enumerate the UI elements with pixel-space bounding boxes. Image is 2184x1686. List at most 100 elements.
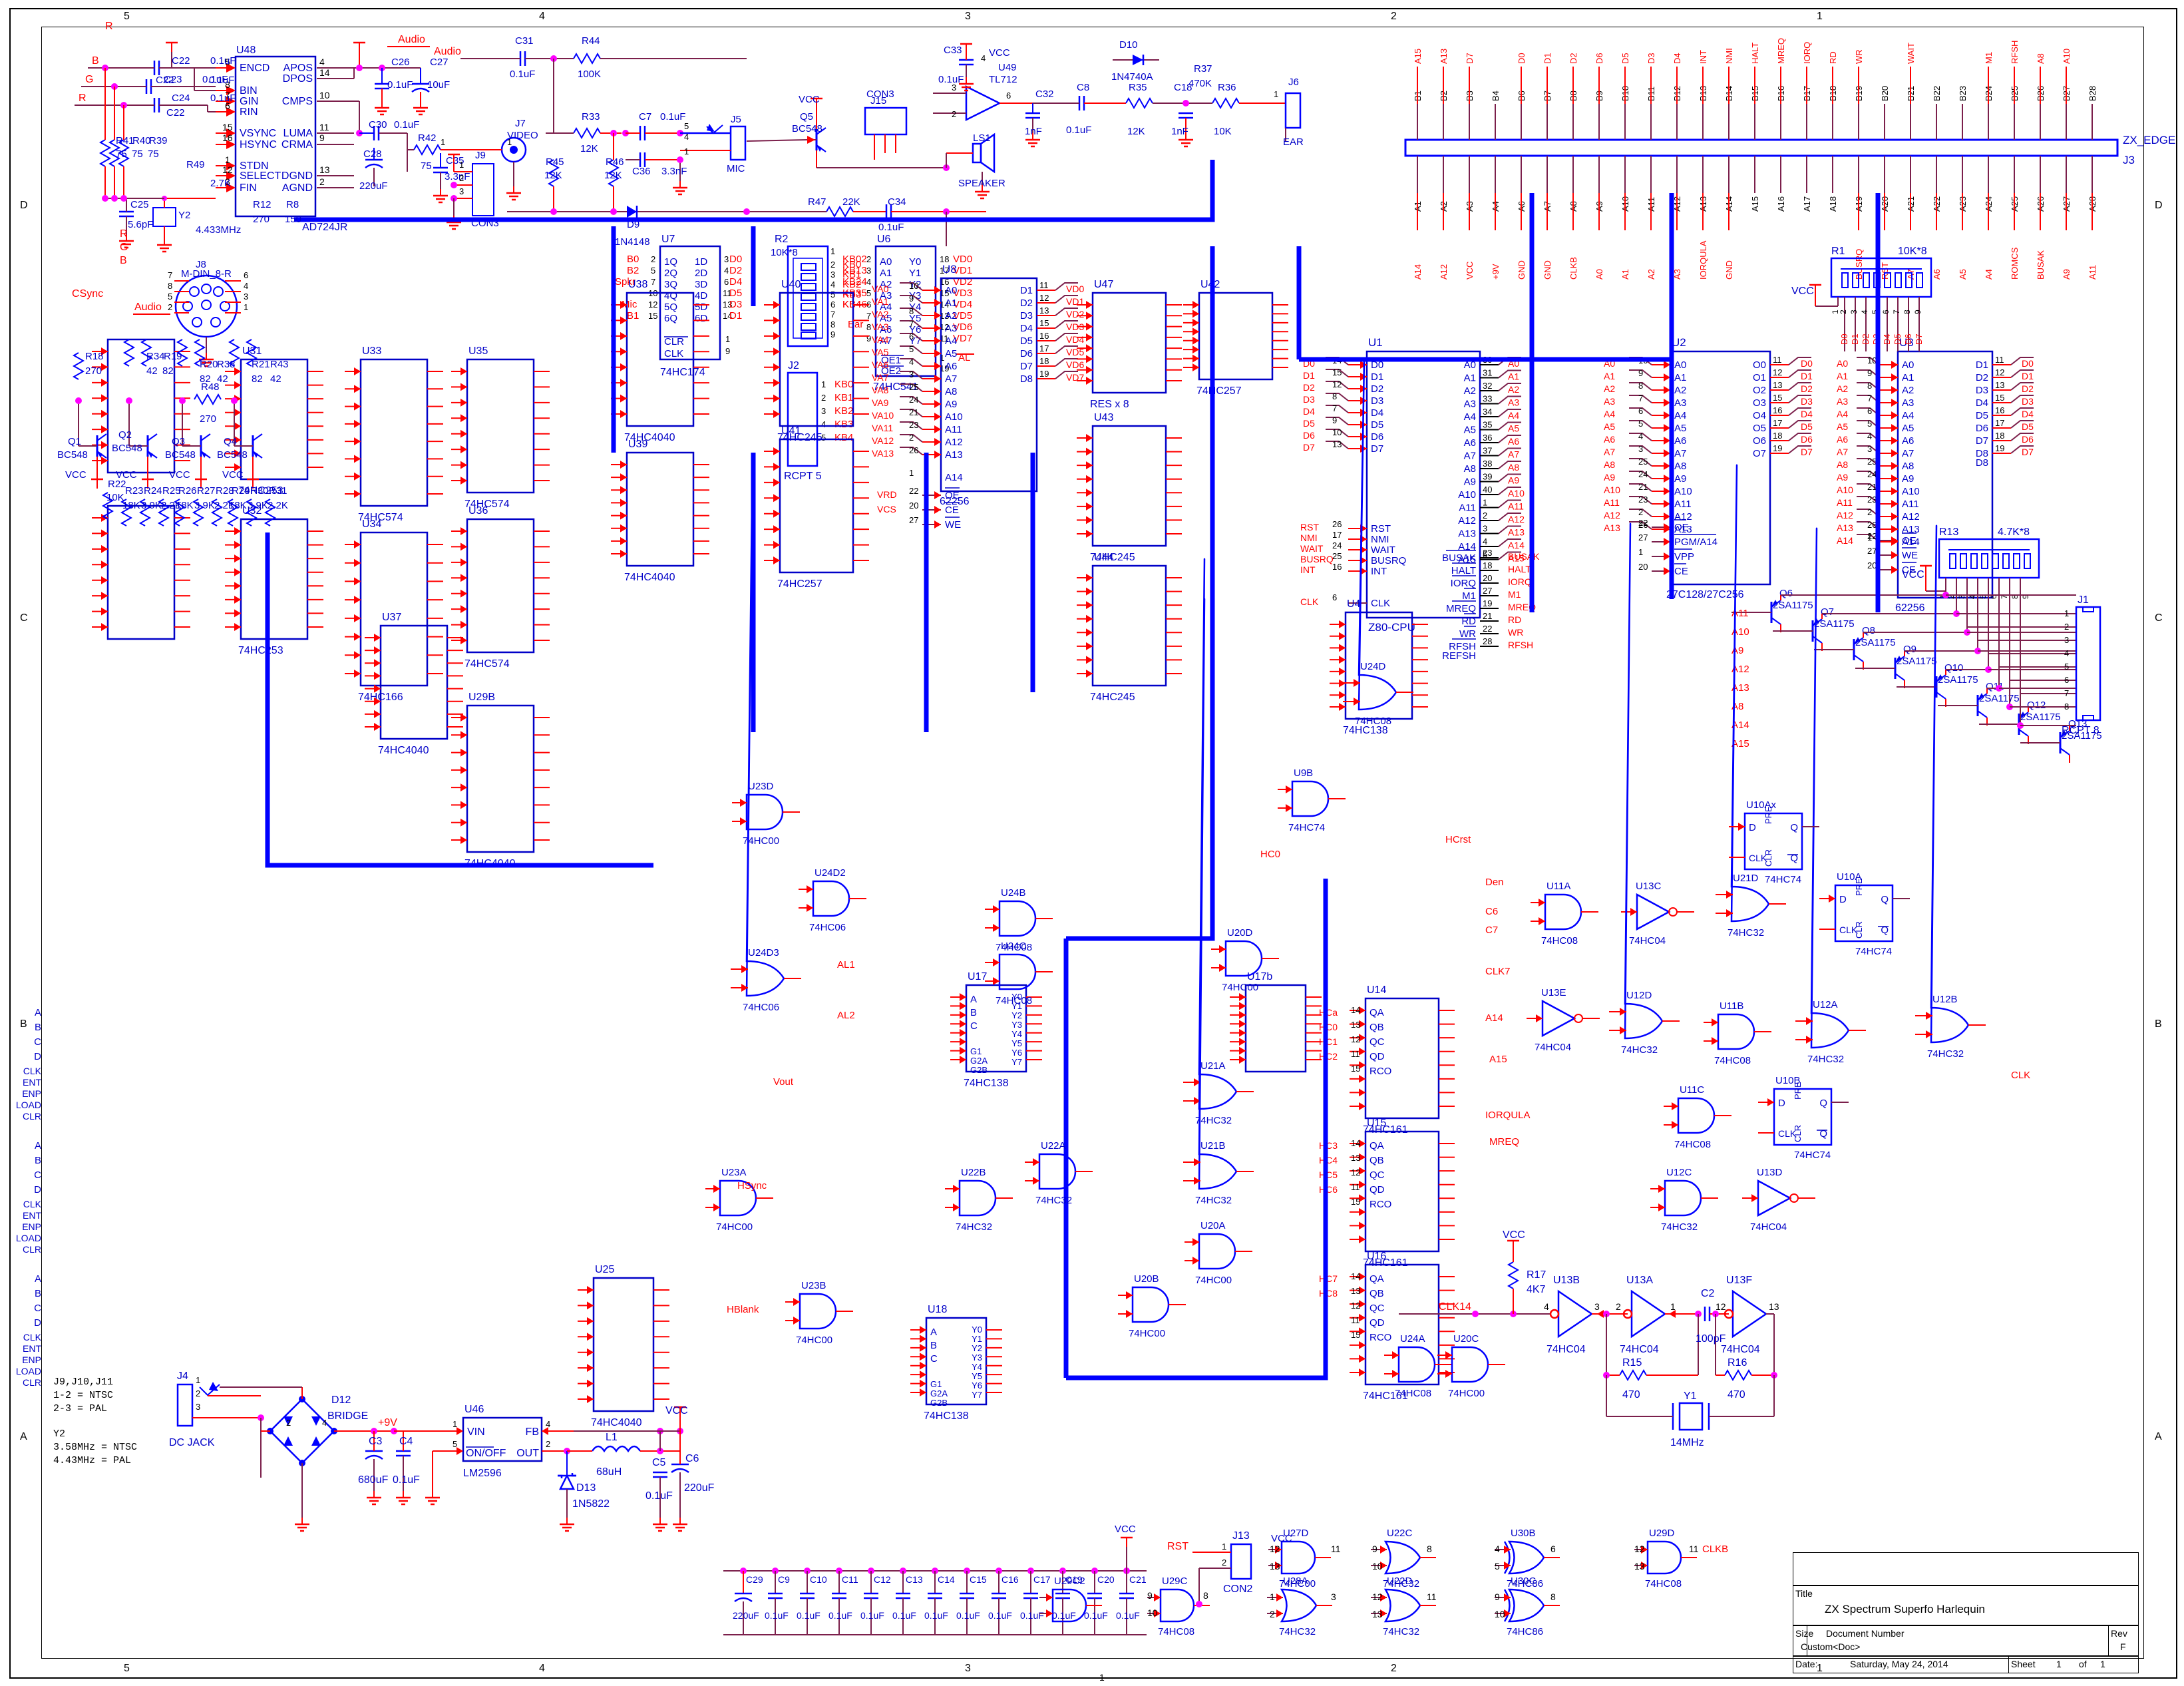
svg-text:VA10: VA10 xyxy=(872,410,894,421)
svg-text:7: 7 xyxy=(1638,393,1643,403)
svg-text:18K: 18K xyxy=(176,500,194,511)
svg-text:0.1uF: 0.1uF xyxy=(393,1474,420,1486)
svg-text:16: 16 xyxy=(1039,331,1049,341)
svg-text:D5: D5 xyxy=(1020,335,1033,347)
svg-text:A1: A1 xyxy=(1464,373,1476,384)
svg-text:+9V: +9V xyxy=(378,1417,397,1428)
svg-text:VD2: VD2 xyxy=(1066,309,1084,319)
svg-text:D12: D12 xyxy=(331,1394,351,1406)
sheet-label: Sheet xyxy=(2011,1659,2036,1669)
svg-text:U17: U17 xyxy=(968,971,987,982)
svg-text:C22: C22 xyxy=(172,55,190,67)
svg-text:D5: D5 xyxy=(1303,418,1315,429)
svg-text:8: 8 xyxy=(1550,1591,1556,1602)
svg-text:A7: A7 xyxy=(1906,269,1916,280)
svg-text:74HC257: 74HC257 xyxy=(777,578,822,590)
svg-text:12K: 12K xyxy=(544,170,562,181)
svg-text:74HC00: 74HC00 xyxy=(1448,1388,1485,1399)
rom-pin-labels: A010A0A19A1A28A2A37A3A46A4A55A5A64A6A73A… xyxy=(1604,355,1813,577)
svg-text:D1: D1 xyxy=(1976,359,1988,371)
svg-text:74HC32: 74HC32 xyxy=(1661,1221,1698,1233)
svg-text:CLR: CLR xyxy=(664,336,684,347)
svg-text:1: 1 xyxy=(225,154,230,165)
sram-pin-labels: A010A0A19A1A28A2A37A3A46A4A55A5A64A6A73A… xyxy=(1837,355,2034,576)
svg-text:CMPS: CMPS xyxy=(282,96,313,107)
svg-text:B28: B28 xyxy=(2088,86,2097,101)
svg-text:U13D: U13D xyxy=(1757,1167,1783,1178)
svg-text:A8: A8 xyxy=(1464,463,1476,475)
svg-text:AGND: AGND xyxy=(282,182,313,194)
svg-text:BC548: BC548 xyxy=(792,123,822,134)
svg-text:A1: A1 xyxy=(1620,269,1630,280)
schematic-sheet: D C B A D C B A 5 4 3 2 1 5 4 3 2 1 U48 … xyxy=(0,0,2184,1686)
svg-text:RCPT 5: RCPT 5 xyxy=(784,471,822,482)
svg-text:KB0: KB0 xyxy=(834,379,853,390)
svg-text:11: 11 xyxy=(1773,355,1782,365)
svg-text:A14: A14 xyxy=(1485,1012,1503,1024)
svg-text:G2A: G2A xyxy=(970,1056,988,1066)
svg-text:A6: A6 xyxy=(1674,435,1686,447)
svg-text:CLR: CLR xyxy=(23,1377,41,1388)
svg-text:VCC: VCC xyxy=(1791,286,1814,297)
svg-text:4: 4 xyxy=(2064,648,2069,658)
svg-text:R34: R34 xyxy=(146,351,165,362)
note-crystal-l1: Y2 xyxy=(53,1428,65,1440)
svg-text:C5: C5 xyxy=(652,1457,666,1468)
rpack-r13 xyxy=(1918,539,2039,591)
svg-text:U21B: U21B xyxy=(1200,1140,1226,1152)
svg-text:A6: A6 xyxy=(1464,437,1476,449)
svg-text:VCC: VCC xyxy=(1115,1524,1136,1535)
svg-text:2Q: 2Q xyxy=(664,268,677,279)
svg-text:7: 7 xyxy=(1892,310,1901,314)
svg-text:7: 7 xyxy=(168,270,172,280)
svg-text:2: 2 xyxy=(1839,310,1848,314)
svg-text:2SA1175: 2SA1175 xyxy=(1979,693,2020,704)
svg-text:C7: C7 xyxy=(1485,925,1498,936)
svg-text:74HC04: 74HC04 xyxy=(1620,1344,1659,1355)
svg-text:9: 9 xyxy=(1332,415,1337,425)
svg-text:D0: D0 xyxy=(1801,358,1813,369)
svg-text:27: 27 xyxy=(1867,546,1877,556)
cpu-ref: U1 xyxy=(1368,336,1383,349)
svg-text:11: 11 xyxy=(319,122,329,132)
svg-text:12: 12 xyxy=(1039,293,1049,303)
svg-text:74HC06: 74HC06 xyxy=(743,1002,779,1013)
svg-text:Audio: Audio xyxy=(398,34,425,45)
svg-text:U7: U7 xyxy=(661,234,675,245)
svg-text:17: 17 xyxy=(1995,418,2004,428)
svg-text:9: 9 xyxy=(1372,1544,1377,1554)
svg-text:D5: D5 xyxy=(729,288,742,299)
svg-text:A3: A3 xyxy=(1464,399,1476,410)
svg-text:VA12: VA12 xyxy=(872,435,894,446)
svg-text:VA11: VA11 xyxy=(872,423,893,433)
svg-text:IORQ: IORQ xyxy=(1508,576,1532,587)
svg-text:R: R xyxy=(120,228,128,240)
svg-text:3D: 3D xyxy=(695,279,707,290)
svg-text:13: 13 xyxy=(1769,1301,1779,1312)
svg-text:DGND: DGND xyxy=(281,170,313,182)
svg-text:BUSAK: BUSAK xyxy=(1508,551,1540,562)
svg-text:D1: D1 xyxy=(1020,285,1033,296)
svg-text:M1: M1 xyxy=(1984,52,1994,64)
svg-text:C26: C26 xyxy=(391,57,410,68)
svg-text:L1: L1 xyxy=(606,1432,618,1443)
svg-text:BIN: BIN xyxy=(240,85,258,97)
svg-text:A0: A0 xyxy=(1837,358,1848,369)
svg-text:U33: U33 xyxy=(362,345,381,357)
svg-text:VCC: VCC xyxy=(1271,1533,1292,1544)
svg-text:0.1uF: 0.1uF xyxy=(1084,1610,1108,1621)
svg-text:VA2: VA2 xyxy=(872,309,889,319)
svg-text:C15: C15 xyxy=(970,1574,987,1585)
svg-text:U39: U39 xyxy=(628,439,647,450)
svg-text:NMI: NMI xyxy=(1300,532,1318,543)
svg-text:4: 4 xyxy=(1867,431,1872,441)
svg-text:18: 18 xyxy=(1773,431,1782,441)
svg-text:2: 2 xyxy=(866,254,871,264)
svg-text:0.1uF: 0.1uF xyxy=(1066,124,1091,136)
svg-text:74HC00: 74HC00 xyxy=(1195,1275,1232,1286)
svg-text:74HC08: 74HC08 xyxy=(1714,1055,1751,1066)
svg-text:R17: R17 xyxy=(1527,1269,1546,1281)
svg-text:R16: R16 xyxy=(1728,1357,1747,1369)
svg-text:HC5: HC5 xyxy=(1319,1169,1338,1180)
svg-text:A4: A4 xyxy=(1984,269,1994,280)
